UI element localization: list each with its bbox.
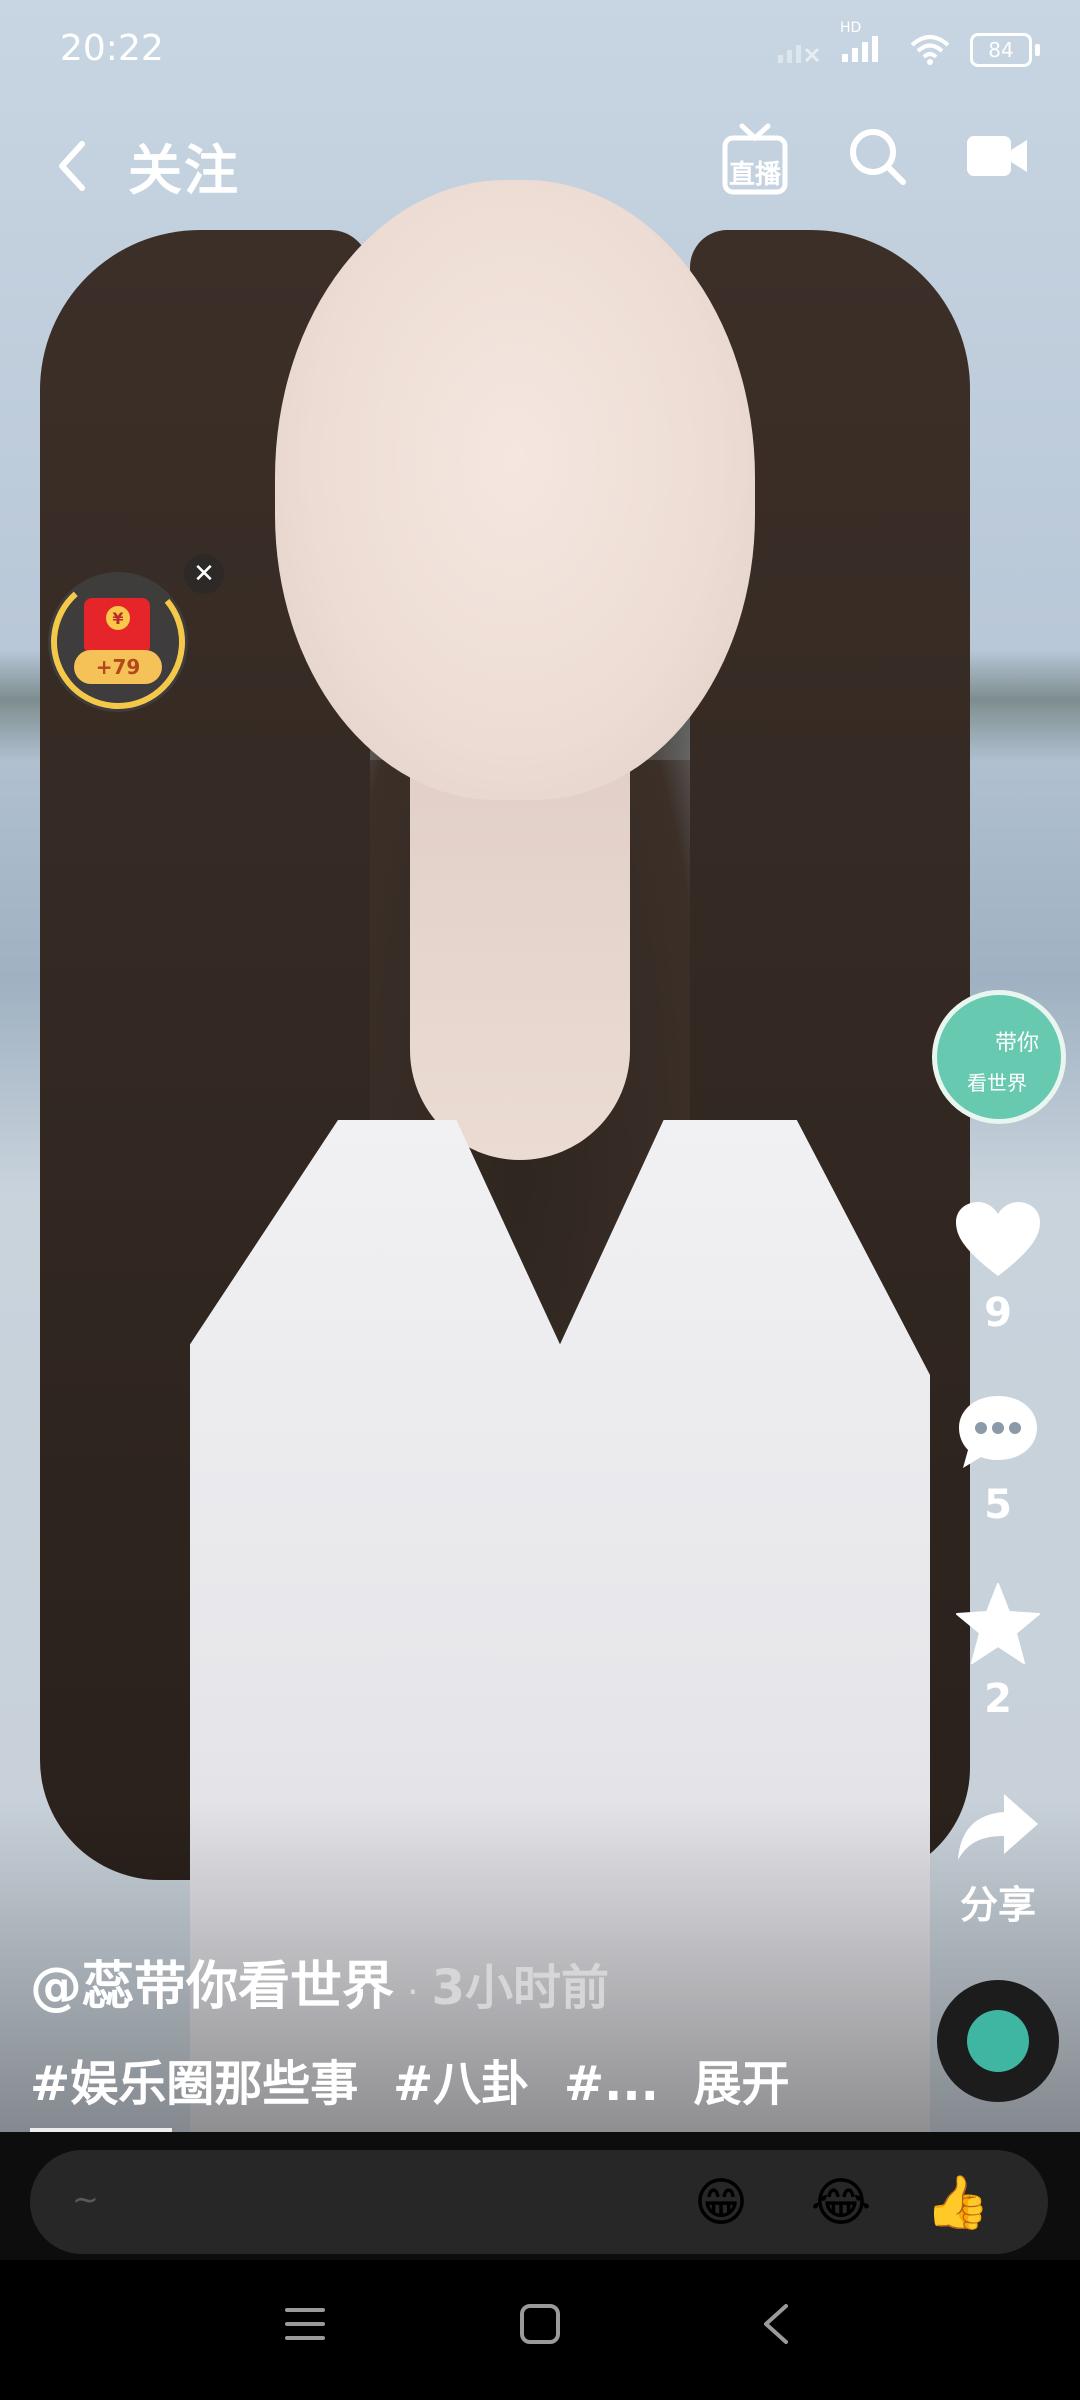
grin-emoji-button[interactable]: 😁 [690, 2172, 752, 2234]
network-type-label: HD [840, 20, 862, 36]
battery-icon: 84 [970, 33, 1040, 67]
red-packet-widget[interactable]: ¥ +79 ✕ [48, 554, 224, 712]
laugh-cry-emoji-button[interactable]: 😂 [810, 2172, 872, 2234]
menu-icon[interactable] [283, 2302, 327, 2346]
video-camera-icon [967, 136, 1027, 176]
comment-bubble-icon [959, 1396, 1037, 1468]
screen: 20:22 HD 84 关注 直播 ¥ +79 ✕ 带你 看世界 9 5 2 分… [0, 0, 1080, 2400]
home-square-icon[interactable] [518, 2302, 562, 2346]
expand-link[interactable]: 展开 [694, 2056, 790, 2112]
hashtag-line: #娱乐圈那些事 #八卦 #... 展开 [30, 2044, 808, 2114]
status-bar: 20:22 HD 84 [60, 20, 1040, 78]
comment-input[interactable]: ~ 😁 😂 👍 [30, 2150, 1048, 2254]
share-arrow-icon [958, 1794, 1038, 1860]
red-packet-amount: +79 [74, 650, 162, 684]
comment-button[interactable]: 5 [930, 1392, 1066, 1528]
red-packet-close-button[interactable]: ✕ [184, 554, 224, 594]
top-nav: 关注 直播 [0, 110, 1080, 220]
caption-separator: · [407, 1972, 419, 2013]
wifi-icon [910, 35, 950, 65]
signal-icon: HD [840, 20, 890, 68]
share-label: 分享 [959, 1883, 1036, 1927]
battery-tip [1035, 44, 1040, 56]
avatar-text-bottom: 看世界 [967, 1071, 1027, 1095]
live-label: 直播 [729, 160, 782, 190]
video-caption: @蕊带你看世界 · 3小时前 [30, 1944, 609, 2019]
hashtag[interactable]: #... [564, 2056, 659, 2112]
author-name[interactable]: @蕊带你看世界 [30, 1957, 394, 2017]
back-button[interactable] [52, 126, 112, 206]
status-time: 20:22 [60, 28, 164, 69]
video-player[interactable] [0, 0, 1080, 2140]
battery-level: 84 [970, 33, 1032, 67]
music-disc[interactable] [937, 1980, 1059, 2102]
live-button[interactable]: 直播 [720, 120, 790, 204]
heart-icon [956, 1202, 1040, 1276]
action-rail: 带你 看世界 9 5 2 分享 [930, 990, 1066, 1927]
video-figure-face [275, 180, 755, 800]
signal-weak-icon [778, 45, 820, 63]
comment-bar: ~ 😁 😂 👍 [0, 2132, 1080, 2260]
hashtag[interactable]: #八卦 [393, 2056, 529, 2112]
search-button[interactable] [845, 124, 909, 188]
favorite-button[interactable]: 2 [930, 1582, 1066, 1722]
music-disc-cover [967, 2010, 1029, 2072]
favorite-count: 2 [984, 1676, 1012, 1722]
page-title[interactable]: 关注 [128, 126, 240, 205]
video-figure-neck [410, 760, 630, 1160]
comment-placeholder: ~ [72, 2180, 99, 2218]
camera-button[interactable] [965, 130, 1029, 190]
share-button[interactable]: 分享 [930, 1790, 1066, 1929]
avatar-text-top: 带你 [995, 1031, 1040, 1056]
like-count: 9 [984, 1290, 1012, 1336]
system-nav-bar [0, 2260, 1080, 2400]
creator-avatar[interactable]: 带你 看世界 [932, 990, 1066, 1124]
like-button[interactable]: 9 [930, 1200, 1066, 1336]
back-triangle-icon[interactable] [758, 2302, 794, 2346]
post-time: 3小时前 [431, 1960, 610, 2016]
hashtag[interactable]: #娱乐圈那些事 [30, 2056, 358, 2112]
back-chevron-icon [59, 141, 85, 191]
search-icon [850, 129, 906, 185]
star-icon [956, 1583, 1040, 1664]
coin-icon: ¥ [106, 606, 130, 630]
status-icons: HD 84 [776, 20, 1040, 68]
comment-count: 5 [984, 1482, 1012, 1528]
thumbs-up-emoji-button[interactable]: 👍 [925, 2172, 990, 2234]
